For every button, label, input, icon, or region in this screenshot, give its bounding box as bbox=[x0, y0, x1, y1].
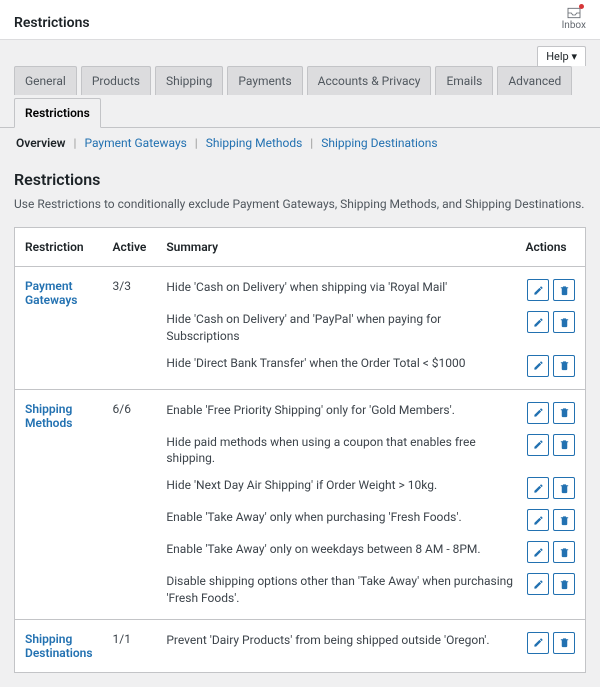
summary-row: Hide 'Direct Bank Transfer' when the Ord… bbox=[166, 355, 575, 377]
tab-products[interactable]: Products bbox=[81, 66, 151, 95]
trash-icon bbox=[559, 317, 570, 328]
summary-row: Enable 'Take Away' only when purchasing … bbox=[166, 509, 575, 531]
delete-button[interactable] bbox=[553, 355, 575, 377]
summary-text: Hide 'Next Day Air Shipping' if Order We… bbox=[166, 477, 515, 494]
sub-tabs: Overview | Payment Gateways | Shipping M… bbox=[0, 128, 600, 150]
summary-text: Hide 'Cash on Delivery' and 'PayPal' whe… bbox=[166, 311, 515, 345]
restriction-link[interactable]: Payment Gateways bbox=[25, 279, 77, 307]
col-summary: Summary bbox=[156, 228, 515, 267]
pencil-icon bbox=[533, 515, 544, 526]
inbox-label: Inbox bbox=[562, 20, 586, 31]
help-row: Help ▾ bbox=[0, 40, 600, 66]
summary-text: Prevent 'Dairy Products' from being ship… bbox=[166, 632, 515, 649]
tab-advanced[interactable]: Advanced bbox=[497, 66, 572, 95]
edit-button[interactable] bbox=[527, 311, 549, 333]
tab-shipping[interactable]: Shipping bbox=[155, 66, 223, 95]
summary-text: Hide 'Direct Bank Transfer' when the Ord… bbox=[166, 355, 515, 372]
summary-row: Hide 'Cash on Delivery' and 'PayPal' whe… bbox=[166, 311, 575, 345]
active-count: 1/1 bbox=[103, 619, 157, 672]
delete-button[interactable] bbox=[553, 541, 575, 563]
section-desc: Use Restrictions to conditionally exclud… bbox=[14, 197, 586, 211]
topbar: Restrictions Inbox bbox=[0, 0, 600, 40]
edit-button[interactable] bbox=[527, 509, 549, 531]
summary-text: Enable 'Take Away' only when purchasing … bbox=[166, 509, 515, 526]
trash-icon bbox=[559, 407, 570, 418]
section: Restrictions Use Restrictions to conditi… bbox=[0, 150, 600, 687]
notification-dot-icon bbox=[579, 4, 584, 9]
tab-payments[interactable]: Payments bbox=[227, 66, 302, 95]
pencil-icon bbox=[533, 483, 544, 494]
delete-button[interactable] bbox=[553, 509, 575, 531]
summary-row: Hide 'Next Day Air Shipping' if Order We… bbox=[166, 477, 575, 499]
table-row: Shipping Destinations 1/1 Prevent 'Dairy P… bbox=[15, 619, 586, 672]
trash-icon bbox=[559, 285, 570, 296]
summary-text: Hide paid methods when using a coupon th… bbox=[166, 434, 515, 468]
section-title: Restrictions bbox=[14, 170, 586, 189]
edit-button[interactable] bbox=[527, 355, 549, 377]
tab-emails[interactable]: Emails bbox=[435, 66, 493, 95]
pencil-icon bbox=[533, 317, 544, 328]
active-count: 6/6 bbox=[103, 389, 157, 619]
delete-button[interactable] bbox=[553, 279, 575, 301]
trash-icon bbox=[559, 547, 570, 558]
summary-text: Enable 'Take Away' only on weekdays betw… bbox=[166, 541, 515, 558]
summary-row: Prevent 'Dairy Products' from being ship… bbox=[166, 632, 575, 654]
edit-button[interactable] bbox=[527, 402, 549, 424]
page-title: Restrictions bbox=[14, 15, 90, 31]
delete-button[interactable] bbox=[553, 573, 575, 595]
active-count: 3/3 bbox=[103, 267, 157, 390]
trash-icon bbox=[559, 579, 570, 590]
subtab-shipping-methods[interactable]: Shipping Methods bbox=[204, 136, 305, 150]
subtab-shipping-destinations[interactable]: Shipping Destinations bbox=[319, 136, 439, 150]
edit-button[interactable] bbox=[527, 632, 549, 654]
pencil-icon bbox=[533, 579, 544, 590]
edit-button[interactable] bbox=[527, 541, 549, 563]
trash-icon bbox=[559, 360, 570, 371]
tab-restrictions[interactable]: Restrictions bbox=[14, 98, 101, 128]
summary-text: Disable shipping options other than 'Tak… bbox=[166, 573, 515, 607]
tab-general[interactable]: General bbox=[14, 66, 77, 95]
table-row: Shipping Methods 6/6 Enable 'Free Priority… bbox=[15, 389, 586, 619]
summary-row: Enable 'Free Priority Shipping' only for… bbox=[166, 402, 575, 424]
pencil-icon bbox=[533, 407, 544, 418]
table-row: Payment Gateways 3/3 Hide 'Cash on Deliver… bbox=[15, 267, 586, 390]
edit-button[interactable] bbox=[527, 279, 549, 301]
edit-button[interactable] bbox=[527, 477, 549, 499]
inbox-button[interactable]: Inbox bbox=[562, 6, 586, 31]
summary-row: Hide 'Cash on Delivery' when shipping vi… bbox=[166, 279, 575, 301]
summary-row: Disable shipping options other than 'Tak… bbox=[166, 573, 575, 607]
trash-icon bbox=[559, 637, 570, 648]
edit-button[interactable] bbox=[527, 434, 549, 456]
trash-icon bbox=[559, 515, 570, 526]
delete-button[interactable] bbox=[553, 632, 575, 654]
delete-button[interactable] bbox=[553, 311, 575, 333]
trash-icon bbox=[559, 439, 570, 450]
pencil-icon bbox=[533, 285, 544, 296]
help-button[interactable]: Help ▾ bbox=[537, 46, 586, 66]
subtab-payment-gateways[interactable]: Payment Gateways bbox=[82, 136, 188, 150]
delete-button[interactable] bbox=[553, 402, 575, 424]
trash-icon bbox=[559, 483, 570, 494]
col-active: Active bbox=[103, 228, 157, 267]
restrictions-table: Restriction Active Summary Actions Payme… bbox=[14, 227, 586, 673]
edit-button[interactable] bbox=[527, 573, 549, 595]
pencil-icon bbox=[533, 439, 544, 450]
pencil-icon bbox=[533, 360, 544, 371]
delete-button[interactable] bbox=[553, 477, 575, 499]
summary-row: Hide paid methods when using a coupon th… bbox=[166, 434, 575, 468]
restriction-link[interactable]: Shipping Destinations bbox=[25, 632, 93, 660]
col-actions: Actions bbox=[516, 228, 586, 267]
restriction-link[interactable]: Shipping Methods bbox=[25, 402, 72, 430]
nav-tabs: GeneralProductsShippingPaymentsAccounts … bbox=[0, 66, 600, 128]
pencil-icon bbox=[533, 637, 544, 648]
summary-row: Enable 'Take Away' only on weekdays betw… bbox=[166, 541, 575, 563]
subtab-overview[interactable]: Overview bbox=[14, 136, 68, 150]
tab-accounts-privacy[interactable]: Accounts & Privacy bbox=[307, 66, 432, 95]
summary-text: Enable 'Free Priority Shipping' only for… bbox=[166, 402, 515, 419]
pencil-icon bbox=[533, 547, 544, 558]
summary-text: Hide 'Cash on Delivery' when shipping vi… bbox=[166, 279, 515, 296]
delete-button[interactable] bbox=[553, 434, 575, 456]
col-restriction: Restriction bbox=[15, 228, 103, 267]
